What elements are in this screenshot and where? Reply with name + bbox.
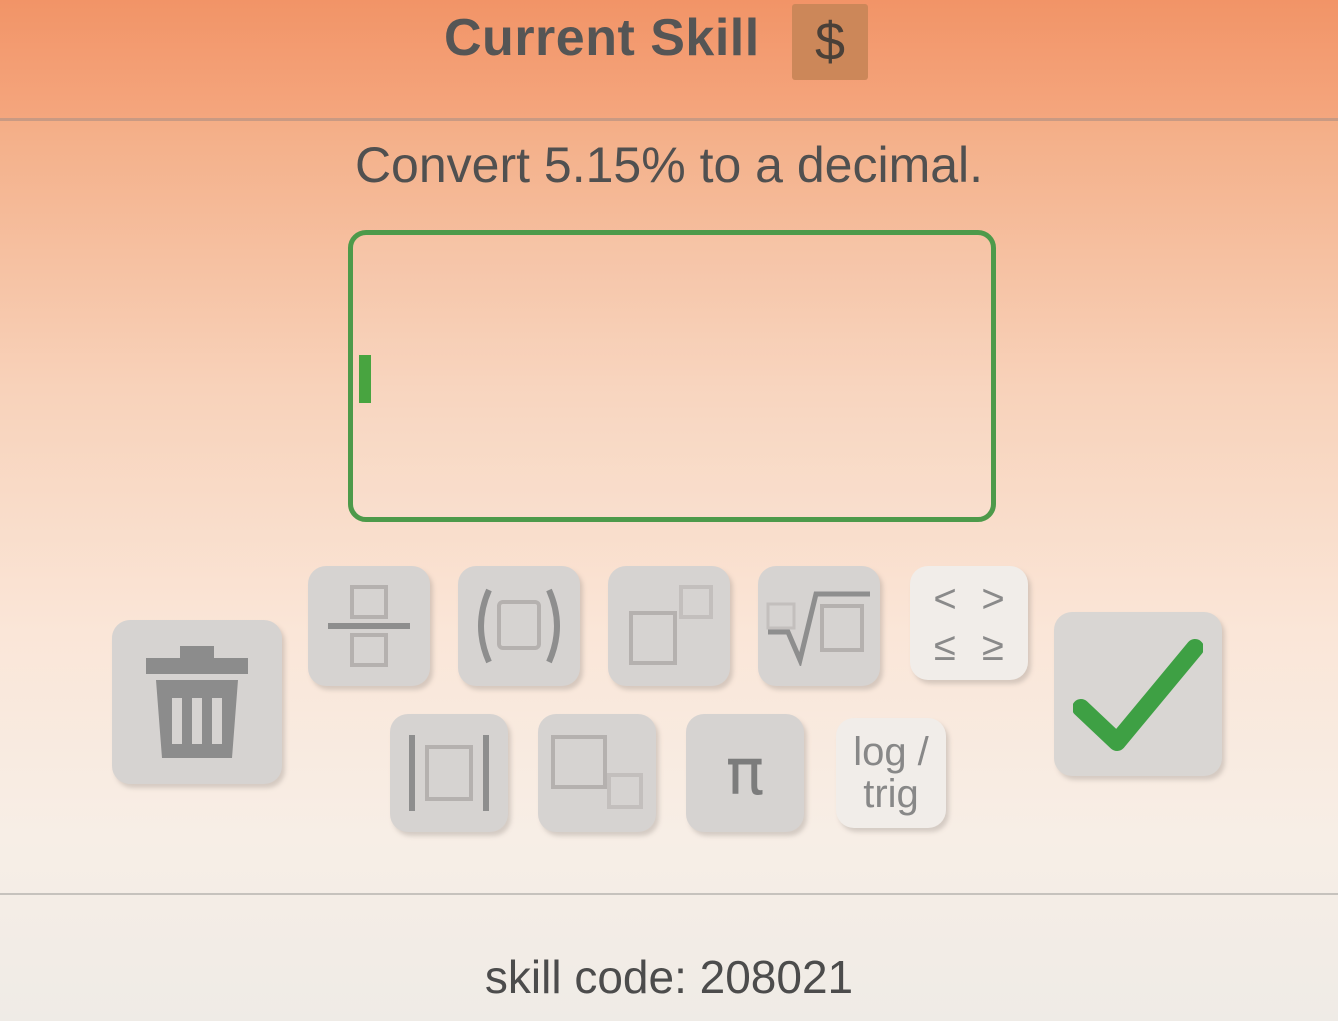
square-root-icon	[764, 586, 874, 666]
answer-input[interactable]	[348, 230, 996, 522]
less-than-symbol: <	[933, 577, 957, 621]
inequality-icon: < > ≤ ≥	[921, 579, 1017, 667]
subscript-icon	[547, 733, 647, 813]
question-text: Convert 5.15% to a decimal.	[354, 137, 984, 193]
trig-label: trig	[863, 772, 919, 816]
delete-button[interactable]	[112, 620, 282, 784]
greater-equal-symbol: ≥	[982, 625, 1004, 669]
pi-icon: π	[725, 736, 765, 810]
exponent-icon	[621, 583, 717, 669]
log-trig-button[interactable]: log / trig	[836, 718, 946, 828]
pi-button[interactable]: π	[686, 714, 804, 832]
absolute-value-icon	[401, 731, 497, 815]
checkmark-icon	[1073, 634, 1203, 754]
less-equal-symbol: ≤	[934, 625, 956, 669]
fraction-icon	[324, 581, 414, 671]
header-bar: Current Skill $	[0, 0, 1338, 121]
parentheses-button[interactable]	[458, 566, 580, 686]
footer-divider	[0, 893, 1338, 895]
trash-icon	[142, 642, 252, 762]
greater-than-symbol: >	[981, 577, 1005, 621]
skill-badge[interactable]: $	[792, 4, 868, 80]
fraction-button[interactable]	[308, 566, 430, 686]
subscript-button[interactable]	[538, 714, 656, 832]
header-title: Current Skill	[444, 9, 760, 67]
exponent-button[interactable]	[608, 566, 730, 686]
log-label: log /	[853, 730, 929, 774]
absolute-value-button[interactable]	[390, 714, 508, 832]
log-trig-icon: log / trig	[853, 731, 929, 815]
skill-code: skill code: 208021	[484, 951, 854, 1003]
submit-button[interactable]	[1054, 612, 1222, 776]
parentheses-icon	[471, 586, 567, 666]
square-root-button[interactable]	[758, 566, 880, 686]
inequality-button[interactable]: < > ≤ ≥	[910, 566, 1028, 680]
text-cursor	[359, 355, 371, 403]
